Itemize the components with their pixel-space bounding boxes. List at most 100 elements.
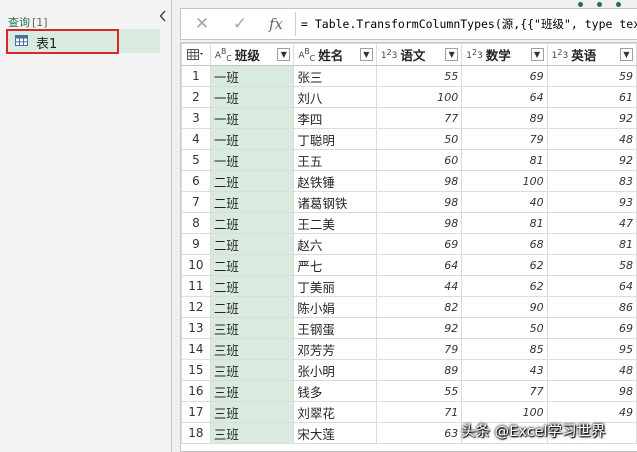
column-header[interactable]: 123 数学 ▼ xyxy=(461,43,548,66)
cell-chinese[interactable]: 55 xyxy=(375,380,463,402)
row-number[interactable]: 17 xyxy=(181,401,211,423)
cell-class[interactable]: 二班 xyxy=(209,254,295,276)
cell-name[interactable]: 李四 xyxy=(293,107,377,129)
cell-english[interactable]: 59 xyxy=(546,65,637,87)
column-header[interactable]: 123 英语 ▼ xyxy=(546,43,637,66)
row-number[interactable]: 5 xyxy=(181,149,211,171)
cell-math[interactable]: 69 xyxy=(461,65,548,87)
cell-chinese[interactable]: 60 xyxy=(375,149,463,171)
cell-chinese[interactable]: 79 xyxy=(375,338,463,360)
cell-math[interactable]: 50 xyxy=(461,317,548,339)
cell-class[interactable]: 二班 xyxy=(209,170,295,192)
cell-class[interactable]: 一班 xyxy=(209,149,295,171)
cell-chinese[interactable]: 98 xyxy=(375,191,463,213)
cell-class[interactable]: 三班 xyxy=(209,338,295,360)
chevron-left-icon[interactable] xyxy=(157,10,169,24)
row-number[interactable]: 13 xyxy=(181,317,211,339)
cell-chinese[interactable]: 55 xyxy=(375,65,463,87)
row-number[interactable]: 7 xyxy=(181,191,211,213)
row-number[interactable]: 9 xyxy=(181,233,211,255)
cell-class[interactable]: 二班 xyxy=(209,275,295,297)
cell-chinese[interactable]: 63 xyxy=(375,422,463,444)
cell-class[interactable]: 一班 xyxy=(209,86,295,108)
cell-chinese[interactable]: 100 xyxy=(375,86,463,108)
cell-english[interactable]: 47 xyxy=(546,212,637,234)
cell-class[interactable]: 一班 xyxy=(209,128,295,150)
cell-math[interactable]: 62 xyxy=(461,275,548,297)
query-item-table1[interactable]: 表1 xyxy=(6,29,160,54)
cell-english[interactable]: 83 xyxy=(546,170,637,192)
cell-name[interactable]: 丁聪明 xyxy=(293,128,377,150)
table-menu-icon[interactable] xyxy=(181,43,211,66)
cell-english[interactable]: 92 xyxy=(546,149,637,171)
cell-name[interactable]: 张小明 xyxy=(293,359,377,381)
cell-name[interactable]: 王钢蛋 xyxy=(293,317,377,339)
cell-name[interactable]: 诸葛钢铁 xyxy=(293,191,377,213)
cell-math[interactable]: 90 xyxy=(461,296,548,318)
cell-english[interactable]: 86 xyxy=(546,296,637,318)
row-number[interactable]: 16 xyxy=(181,380,211,402)
cell-name[interactable]: 钱多 xyxy=(293,380,377,402)
cell-math[interactable]: 77 xyxy=(461,380,548,402)
cell-class[interactable]: 三班 xyxy=(209,401,295,423)
row-number[interactable]: 11 xyxy=(181,275,211,297)
cell-english[interactable]: 81 xyxy=(546,233,637,255)
cell-chinese[interactable]: 77 xyxy=(375,107,463,129)
cell-name[interactable]: 赵铁锤 xyxy=(293,170,377,192)
cell-class[interactable]: 一班 xyxy=(209,107,295,129)
cell-english[interactable]: 93 xyxy=(546,191,637,213)
cell-class[interactable]: 三班 xyxy=(209,380,295,402)
formula-input[interactable]: = Table.TransformColumnTypes(源,{{"班级", t… xyxy=(301,9,637,39)
cell-english[interactable]: 69 xyxy=(546,317,637,339)
filter-dropdown-icon[interactable]: ▼ xyxy=(445,48,459,61)
cell-chinese[interactable]: 64 xyxy=(375,254,463,276)
cell-class[interactable]: 三班 xyxy=(209,359,295,381)
row-number[interactable]: 14 xyxy=(181,338,211,360)
cell-chinese[interactable]: 98 xyxy=(375,212,463,234)
cancel-icon[interactable]: ✕ xyxy=(187,13,217,35)
cell-math[interactable]: 85 xyxy=(461,338,548,360)
cell-math[interactable]: 89 xyxy=(461,107,548,129)
cell-name[interactable]: 赵六 xyxy=(293,233,377,255)
row-number[interactable]: 15 xyxy=(181,359,211,381)
column-header[interactable]: 123 语文 ▼ xyxy=(375,43,463,66)
cell-chinese[interactable]: 92 xyxy=(375,317,463,339)
cell-math[interactable]: 100 xyxy=(461,170,548,192)
cell-english[interactable]: 48 xyxy=(546,359,637,381)
cell-english[interactable]: 92 xyxy=(546,107,637,129)
row-number[interactable]: 12 xyxy=(181,296,211,318)
cell-name[interactable]: 严七 xyxy=(293,254,377,276)
cell-class[interactable]: 二班 xyxy=(209,212,295,234)
cell-chinese[interactable]: 82 xyxy=(375,296,463,318)
row-number[interactable]: 2 xyxy=(181,86,211,108)
cell-class[interactable]: 三班 xyxy=(209,317,295,339)
filter-dropdown-icon[interactable]: ▼ xyxy=(277,48,291,61)
row-number[interactable]: 10 xyxy=(181,254,211,276)
cell-name[interactable]: 丁美丽 xyxy=(293,275,377,297)
cell-chinese[interactable]: 89 xyxy=(375,359,463,381)
cell-class[interactable]: 二班 xyxy=(209,233,295,255)
cell-math[interactable]: 81 xyxy=(461,149,548,171)
row-number[interactable]: 3 xyxy=(181,107,211,129)
cell-english[interactable]: 98 xyxy=(546,380,637,402)
row-number[interactable]: 6 xyxy=(181,170,211,192)
cell-name[interactable]: 张三 xyxy=(293,65,377,87)
row-number[interactable]: 1 xyxy=(181,65,211,87)
cell-english[interactable]: 61 xyxy=(546,86,637,108)
fx-icon[interactable]: fx xyxy=(261,13,291,35)
cell-name[interactable]: 陈小娟 xyxy=(293,296,377,318)
cell-english[interactable]: 95 xyxy=(546,338,637,360)
cell-math[interactable]: 62 xyxy=(461,254,548,276)
cell-chinese[interactable]: 71 xyxy=(375,401,463,423)
cell-name[interactable]: 刘翠花 xyxy=(293,401,377,423)
column-header[interactable]: ABC 姓名 ▼ xyxy=(293,43,377,66)
cell-math[interactable]: 43 xyxy=(461,359,548,381)
cell-chinese[interactable]: 69 xyxy=(375,233,463,255)
cell-name[interactable]: 王五 xyxy=(293,149,377,171)
cell-chinese[interactable]: 50 xyxy=(375,128,463,150)
filter-dropdown-icon[interactable]: ▼ xyxy=(530,48,544,61)
cell-chinese[interactable]: 44 xyxy=(375,275,463,297)
row-number[interactable]: 8 xyxy=(181,212,211,234)
cell-name[interactable]: 宋大莲 xyxy=(293,422,377,444)
column-header[interactable]: ABC 班级 ▼ xyxy=(209,43,295,66)
